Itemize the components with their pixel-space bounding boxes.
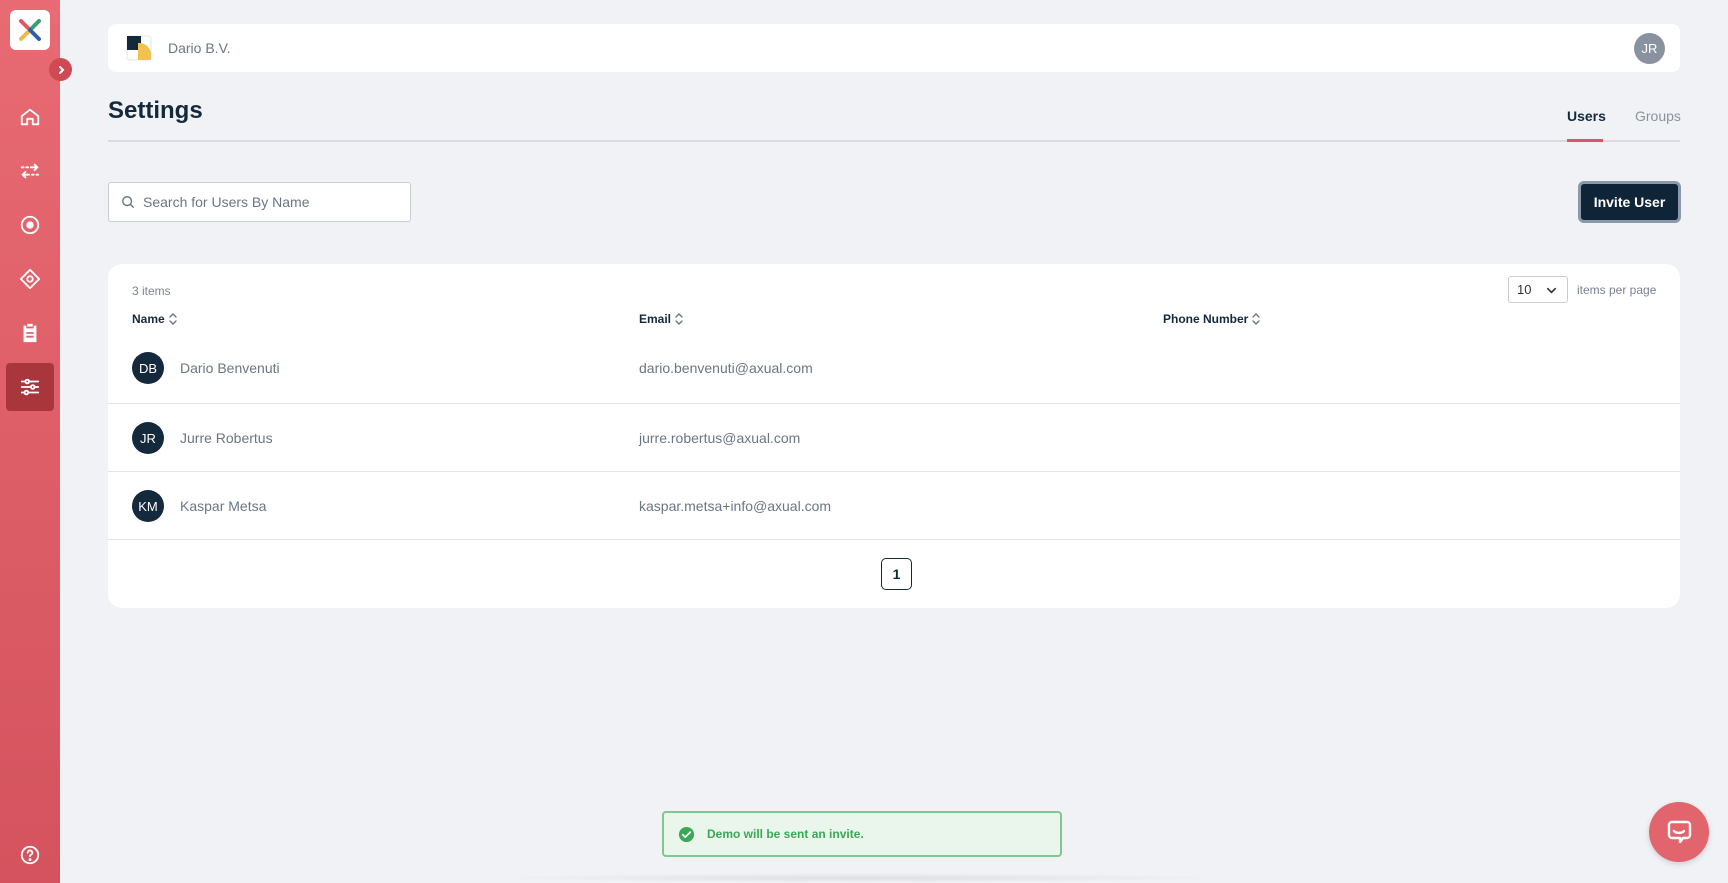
diamond-icon <box>19 268 41 290</box>
avatar: KM <box>132 490 164 522</box>
items-per-page-label: items per page <box>1577 283 1657 297</box>
column-header-label: Name <box>132 312 165 326</box>
page-title: Settings <box>108 97 203 124</box>
sidebar-item-help[interactable] <box>6 831 54 879</box>
user-name: Dario Benvenuti <box>180 360 280 376</box>
user-email: kaspar.metsa+info@axual.com <box>639 498 832 514</box>
sliders-icon <box>20 378 40 396</box>
pagination-divider <box>108 539 1680 540</box>
users-table-card: 3 items 10 items per page Name Email Pho… <box>108 264 1680 608</box>
sidebar-expand-button[interactable] <box>49 58 72 81</box>
chat-support-icon <box>1667 820 1692 844</box>
column-header-label: Email <box>639 312 672 326</box>
header-divider <box>108 140 1680 142</box>
items-count: 3 items <box>132 284 171 298</box>
sort-icon <box>168 313 177 325</box>
user-email: jurre.robertus@axual.com <box>639 430 801 446</box>
sidebar-item-home[interactable] <box>6 93 54 141</box>
axual-logo-icon <box>19 19 41 41</box>
active-tab-indicator <box>1567 139 1603 142</box>
support-chat-button[interactable] <box>1649 802 1709 862</box>
pagination-page-button[interactable]: 1 <box>881 558 912 590</box>
sidebar-item-streams[interactable] <box>6 147 54 195</box>
sidebar-item-environments[interactable] <box>6 255 54 303</box>
tab-users[interactable]: Users <box>1567 108 1606 124</box>
table-row[interactable]: KM Kaspar Metsa kaspar.metsa+info@axual.… <box>108 471 1680 539</box>
org-name[interactable]: Dario B.V. <box>168 40 231 56</box>
column-header-label: Phone Number <box>1163 312 1249 326</box>
transfer-arrows-icon <box>20 163 40 179</box>
search-input[interactable] <box>143 194 393 210</box>
sidebar <box>0 0 60 883</box>
sidebar-item-settings[interactable] <box>6 363 54 411</box>
search-icon <box>122 196 134 208</box>
sort-icon <box>1252 313 1261 325</box>
tab-groups[interactable]: Groups <box>1635 108 1681 124</box>
sort-icon <box>675 313 683 325</box>
avatar: DB <box>132 352 164 384</box>
target-icon <box>20 215 40 235</box>
bottom-shadow <box>480 873 1240 883</box>
search-box[interactable] <box>108 182 411 222</box>
home-icon <box>20 108 40 126</box>
user-name: Kaspar Metsa <box>180 498 267 514</box>
chevron-down-icon <box>1547 287 1556 294</box>
sidebar-item-clipboard[interactable] <box>6 309 54 357</box>
toast-message: Demo will be sent an invite. <box>707 827 864 841</box>
column-header-email[interactable]: Email <box>639 312 684 326</box>
items-per-page-value: 10 <box>1517 282 1532 297</box>
user-email: dario.benvenuti@axual.com <box>639 360 813 376</box>
column-header-name[interactable]: Name <box>132 312 178 326</box>
user-avatar[interactable]: JR <box>1634 33 1665 64</box>
app-logo[interactable] <box>10 10 50 50</box>
help-circle-icon <box>20 845 40 865</box>
clipboard-icon <box>23 323 37 343</box>
top-bar: Dario B.V. JR <box>108 24 1680 72</box>
org-logo-icon[interactable] <box>124 33 154 63</box>
table-row[interactable]: DB Dario Benvenuti dario.benvenuti@axual… <box>108 334 1680 402</box>
chevron-right-icon <box>58 65 64 74</box>
success-toast: Demo will be sent an invite. <box>662 811 1062 857</box>
items-per-page-select[interactable]: 10 <box>1508 276 1568 303</box>
column-header-phone[interactable]: Phone Number <box>1163 312 1261 326</box>
table-row[interactable]: JR Jurre Robertus jurre.robertus@axual.c… <box>108 403 1680 471</box>
check-circle-icon <box>678 826 695 842</box>
avatar: JR <box>132 422 164 454</box>
sidebar-item-apps[interactable] <box>6 201 54 249</box>
invite-user-button[interactable]: Invite User <box>1578 181 1681 223</box>
user-name: Jurre Robertus <box>180 430 273 446</box>
